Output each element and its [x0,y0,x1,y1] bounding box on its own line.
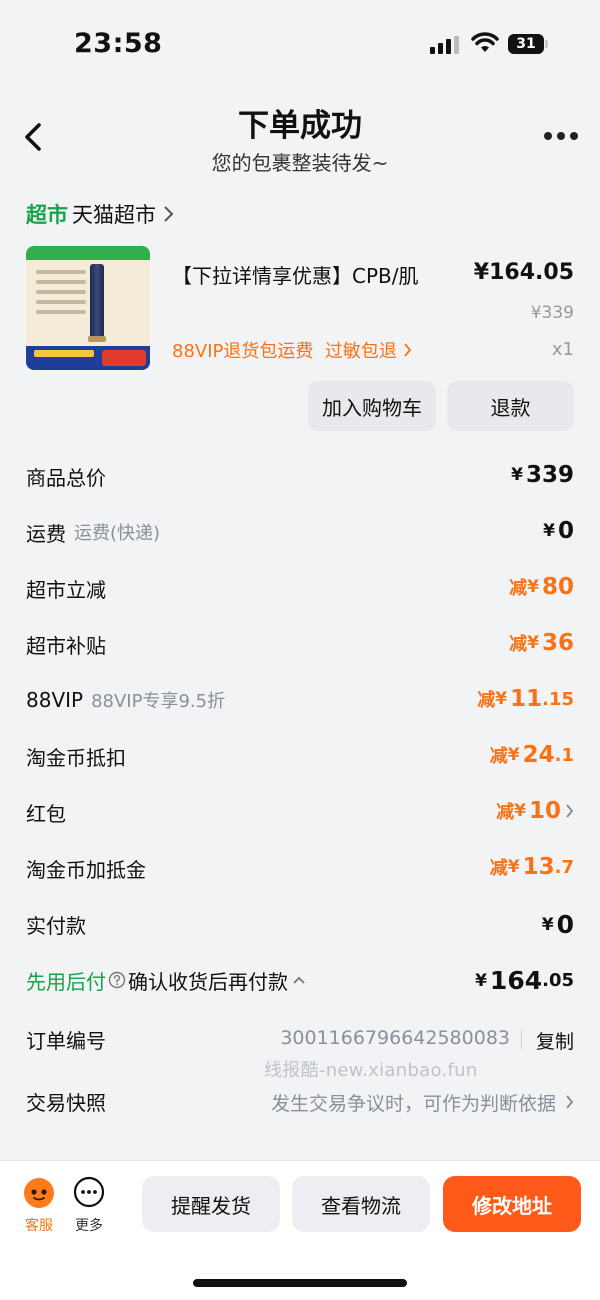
row-value: ¥164.05 [475,966,574,995]
row-label: 商品总价 [26,465,106,490]
battery-level: 31 [516,36,536,52]
row-value: 减 ¥24.1 [489,742,574,768]
status-time: 23:58 [74,28,163,59]
pay-later-desc: 确认收货后再付款 [128,969,288,994]
chevron-right-icon [566,1095,574,1109]
divider [521,1029,522,1049]
store-name: 天猫超市 [72,203,156,227]
store-link[interactable]: 超市 天猫超市 [26,199,174,229]
row-label: 淘金币抵扣 [26,745,126,770]
more-label: 更多 [75,1218,103,1234]
summary-row-paid: 实付款 ¥0 [26,904,574,944]
view-logistics-button[interactable]: 查看物流 [292,1176,430,1232]
row-label: 88VIP [26,688,84,712]
row-value: 减 ¥80 [509,574,574,600]
summary-row-market-subsidy: 超市补贴 减 ¥36 [26,624,574,664]
summary-row-shipping: 运费 运费(快递) ¥0 [26,512,574,552]
home-indicator [193,1279,407,1287]
row-label: 淘金币加抵金 [26,857,146,882]
row-label: 红包 [26,801,66,826]
row-value: 减 ¥11.15 [477,686,574,712]
trade-snapshot-row[interactable]: 交易快照 发生交易争议时，可作为判断依据 [26,1081,574,1121]
product-price: ¥164.05 [473,260,574,285]
status-bar: 23:58 31 [0,0,600,90]
row-value: ¥0 [541,910,574,939]
summary-row-red-packet[interactable]: 红包 减 ¥10 [26,792,574,832]
battery-icon: 31 [508,34,544,54]
page-subtitle: 您的包裹整装待发~ [211,151,389,175]
chevron-right-icon [164,206,174,222]
copy-button[interactable]: 复制 [536,1027,574,1054]
watermark: 线报酷-new.xianbao.fun [264,1060,478,1081]
summary-row-pay-later[interactable]: 先用后付 确认收货后再付款 ¥164.05 [26,960,574,1000]
summary-row-coin-deduct: 淘金币抵扣 减 ¥24.1 [26,736,574,776]
wifi-icon [471,32,499,52]
row-label: 交易快照 [26,1090,106,1115]
product-original-price: ¥339 [530,303,574,323]
service-tags-text: 88VIP退货包运费 过敏包退 [172,341,397,362]
summary-row-market-discount: 超市立减 减 ¥80 [26,568,574,608]
row-value: 减 ¥36 [509,630,574,656]
more-button[interactable]: 更多 [69,1175,109,1235]
customer-service-button[interactable]: 客服 [19,1175,59,1235]
product-service-tags[interactable]: 88VIP退货包运费 过敏包退 [172,337,412,363]
store-badge: 超市 [26,203,68,227]
row-label: 超市补贴 [26,633,106,658]
row-sublabel: 88VIP专享9.5折 [91,691,226,712]
chevron-up-icon[interactable] [292,975,306,985]
row-label: 运费 [26,521,66,546]
service-label: 客服 [25,1218,53,1234]
product-thumbnail[interactable] [26,246,150,370]
product-title[interactable]: 【下拉详情享优惠】CPB/肌 [172,260,418,289]
refund-button[interactable]: 退款 [447,381,574,431]
more-options-icon[interactable] [544,132,578,142]
add-to-cart-button[interactable]: 加入购物车 [308,381,436,431]
page-title: 下单成功 [238,108,362,144]
product-quantity: x1 [551,339,574,360]
chevron-right-icon [566,804,574,818]
customer-service-icon [24,1178,54,1208]
more-circle-icon [73,1176,105,1208]
bottom-action-bar: 客服 更多 提醒发货 查看物流 修改地址 [0,1160,600,1300]
row-label: 实付款 [26,913,86,938]
help-circle-icon[interactable] [108,971,126,989]
pay-later-label: 先用后付 [26,969,106,994]
row-value: 减 ¥13.7 [489,854,574,880]
remind-shipping-button[interactable]: 提醒发货 [142,1176,280,1232]
row-sublabel: 运费(快递) [74,523,161,544]
order-number: 3001166796642580083 [280,1027,510,1049]
summary-row-total: 商品总价 ¥339 [26,456,574,496]
summary-row-coin-bonus: 淘金币加抵金 减 ¥13.7 [26,848,574,888]
chevron-right-icon [404,343,411,357]
cellular-signal-icon [430,36,459,54]
summary-row-vip: 88VIP 88VIP专享9.5折 减 ¥11.15 [26,680,574,720]
order-number-row: 订单编号 3001166796642580083 复制 [26,1019,574,1059]
snapshot-desc: 发生交易争议时，可作为判断依据 [270,1093,556,1115]
row-label: 订单编号 [26,1028,106,1053]
row-value: 减 ¥10 [496,798,574,824]
row-label: 超市立减 [26,577,106,602]
change-address-button[interactable]: 修改地址 [443,1176,581,1232]
row-value: ¥0 [543,518,574,544]
row-value: ¥339 [511,462,574,488]
